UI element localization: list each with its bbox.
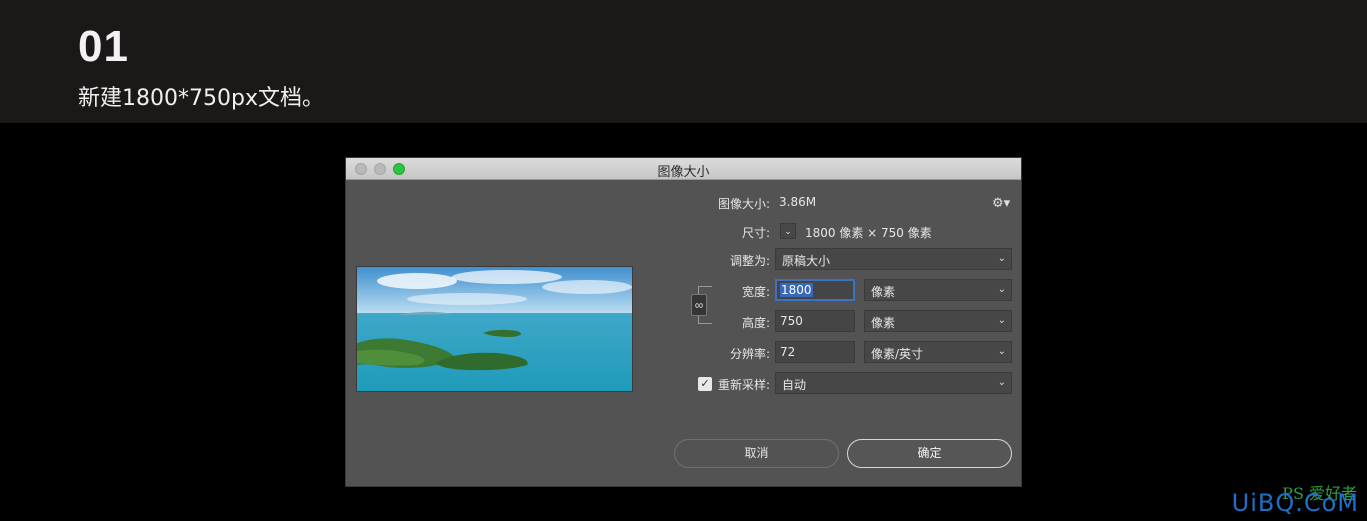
chevron-down-icon: ⌄ [997, 315, 1006, 326]
height-unit-select[interactable]: 像素 ⌄ [864, 310, 1012, 332]
height-value: 750 [780, 314, 803, 328]
resolution-input[interactable]: 72 [775, 341, 855, 363]
chevron-down-icon: ⌄ [997, 253, 1006, 264]
dimensions-label: 尺寸: [741, 226, 770, 240]
chevron-down-icon: ⌄ [997, 346, 1006, 357]
resample-label: 重新采样: [717, 378, 770, 392]
cancel-button[interactable]: 取消 [674, 439, 839, 468]
fit-to-label: 调整为: [729, 254, 770, 268]
top-banner: 01 新建1800*750px文档。 [0, 0, 1367, 123]
width-unit-select[interactable]: 像素 ⌄ [864, 279, 1012, 301]
height-input[interactable]: 750 [775, 310, 855, 332]
fit-to-select[interactable]: 原稿大小 ⌄ [775, 248, 1012, 270]
resolution-unit-select[interactable]: 像素/英寸 ⌄ [864, 341, 1012, 363]
height-unit-selected: 像素 [871, 316, 896, 330]
resample-selected: 自动 [782, 378, 807, 392]
image-size-value: 3.86M [779, 195, 817, 209]
fit-to-selected: 原稿大小 [782, 254, 831, 268]
watermark-logo: UiBQ.CoM [1231, 489, 1359, 517]
gear-icon[interactable]: ⚙▾ [992, 195, 1010, 211]
dimensions-value: 1800 像素 × 750 像素 [805, 226, 932, 240]
step-description: 新建1800*750px文档。 [78, 86, 324, 111]
dialog-titlebar[interactable]: 图像大小 [346, 158, 1021, 180]
height-label: 高度: [741, 316, 770, 330]
width-label: 宽度: [741, 285, 770, 299]
width-value: 1800 [780, 283, 813, 297]
image-size-dialog: 图像大小 图像大小: 3.86M ⚙▾ 尺寸: ⌄ 1800 像素 × 750 … [345, 157, 1022, 487]
chevron-down-icon: ⌄ [997, 284, 1006, 295]
image-preview[interactable] [356, 266, 633, 392]
ok-button[interactable]: 确定 [847, 439, 1012, 468]
resolution-unit-selected: 像素/英寸 [871, 347, 924, 361]
resolution-label: 分辨率: [729, 347, 770, 361]
width-input[interactable]: 1800 [775, 279, 855, 301]
chevron-down-icon: ⌄ [997, 377, 1006, 388]
dialog-title: 图像大小 [657, 165, 710, 180]
dimensions-unit-dropdown[interactable]: ⌄ [780, 223, 796, 239]
width-unit-selected: 像素 [871, 285, 896, 299]
resolution-value: 72 [780, 345, 796, 359]
image-size-label: 图像大小: [717, 197, 770, 211]
seascape-preview-image [357, 267, 632, 391]
resample-select[interactable]: 自动 ⌄ [775, 372, 1012, 394]
step-number: 01 [78, 22, 129, 71]
